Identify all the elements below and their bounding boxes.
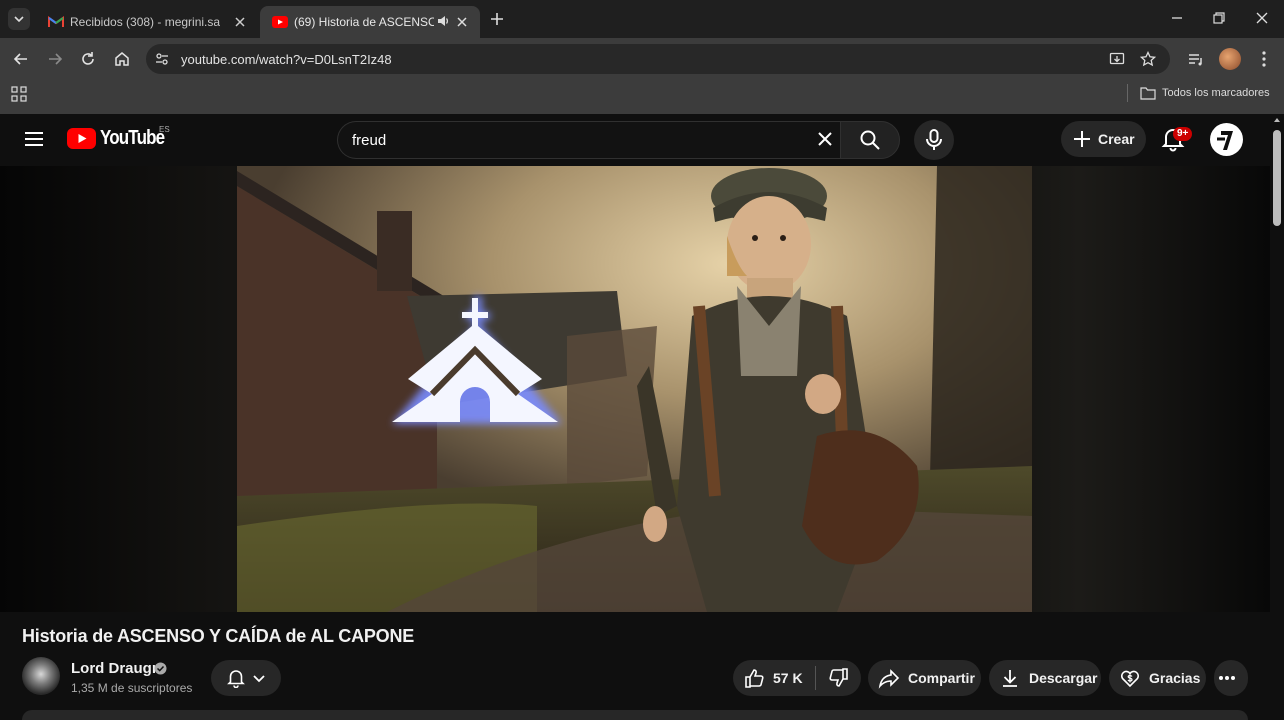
- folder-icon: [1140, 87, 1156, 100]
- restore-button[interactable]: [1209, 8, 1229, 28]
- account-logo-icon: [1212, 125, 1241, 154]
- share-arrow-icon: [878, 669, 900, 689]
- close-icon: [818, 132, 832, 146]
- thumbs-up-icon: [745, 669, 764, 688]
- install-app-icon[interactable]: [1109, 51, 1125, 67]
- youtube-play-icon: [67, 128, 96, 149]
- profile-avatar[interactable]: [1219, 48, 1241, 70]
- reload-button[interactable]: [78, 49, 98, 69]
- browser-toolbar: youtube.com/watch?v=D0LsnT2Iz48: [0, 38, 1284, 80]
- verified-badge-icon: [154, 662, 167, 675]
- heart-dollar-icon: [1120, 670, 1140, 688]
- bookmarks-bar: [0, 80, 1284, 114]
- apps-grid-icon[interactable]: [11, 86, 27, 102]
- youtube-wordmark: YouTube: [100, 127, 165, 149]
- bookmarks-folder-label: Todos los marcadores: [1162, 87, 1270, 99]
- like-count: 57 K: [773, 670, 803, 686]
- create-label: Crear: [1098, 131, 1135, 147]
- minimize-button[interactable]: [1167, 8, 1187, 28]
- more-actions-button[interactable]: [1214, 660, 1248, 696]
- page-scrollbar-thumb[interactable]: [1273, 130, 1281, 226]
- thanks-label: Gracias: [1149, 670, 1201, 686]
- country-code: ES: [159, 125, 170, 134]
- create-button[interactable]: Crear: [1061, 121, 1146, 157]
- voice-search-button[interactable]: [914, 120, 954, 160]
- close-tab-icon[interactable]: [232, 14, 248, 30]
- all-bookmarks-folder[interactable]: Todos los marcadores: [1140, 86, 1270, 100]
- dislike-button[interactable]: [828, 667, 858, 689]
- account-avatar[interactable]: [1210, 123, 1243, 156]
- youtube-icon: [272, 14, 288, 30]
- tab-title: (69) Historia de ASCENSO Y CAÍDA de AL C…: [294, 15, 434, 29]
- minimize-icon: [1172, 17, 1182, 19]
- video-title: Historia de ASCENSO Y CAÍDA de AL CAPONE: [22, 626, 415, 646]
- more-vertical-icon: [1262, 51, 1266, 67]
- close-window-button[interactable]: [1252, 8, 1272, 28]
- bookmarks-divider: [1127, 84, 1128, 102]
- site-settings-icon[interactable]: [154, 51, 170, 67]
- address-bar[interactable]: youtube.com/watch?v=D0LsnT2Iz48: [146, 44, 1170, 74]
- subscription-notifications-button[interactable]: [211, 660, 281, 696]
- more-horizontal-icon: [1219, 676, 1235, 680]
- star-icon[interactable]: [1140, 51, 1156, 67]
- search-query: freud: [352, 132, 387, 149]
- video-player[interactable]: [0, 166, 1270, 612]
- tab-gmail[interactable]: Recibidos (308) - megrini.saidi@: [36, 6, 258, 38]
- new-tab-button[interactable]: [488, 10, 506, 28]
- tab-search-button[interactable]: [8, 8, 30, 30]
- search-icon: [860, 130, 880, 150]
- home-icon: [115, 52, 129, 66]
- share-label: Compartir: [908, 670, 975, 686]
- arrow-right-icon: [49, 53, 63, 65]
- channel-avatar[interactable]: [22, 657, 60, 695]
- tab-youtube[interactable]: (69) Historia de ASCENSO Y CAÍDA de AL C…: [260, 6, 480, 38]
- plus-icon: [491, 13, 503, 25]
- thumbs-down-icon: [829, 668, 848, 687]
- close-tab-icon[interactable]: [454, 14, 470, 30]
- media-control-button[interactable]: [1186, 49, 1206, 69]
- restore-icon: [1213, 12, 1225, 24]
- guide-menu-icon[interactable]: [24, 130, 44, 148]
- like-dislike-group: 57 K: [733, 660, 861, 696]
- download-label: Descargar: [1029, 670, 1098, 686]
- bell-icon: [227, 670, 245, 688]
- subscriber-count: 1,35 M de suscriptores: [71, 681, 193, 695]
- video-scene-image: [237, 166, 1032, 612]
- home-button[interactable]: [112, 49, 132, 69]
- browser-tab-strip: Recibidos (308) - megrini.saidi@ (69) Hi…: [0, 0, 1284, 38]
- download-icon: [1003, 670, 1017, 687]
- video-frame[interactable]: [237, 166, 1032, 612]
- arrow-left-icon: [13, 53, 27, 65]
- plus-icon: [1074, 131, 1090, 147]
- chevron-down-icon: [253, 675, 265, 683]
- search-input[interactable]: freud: [337, 121, 840, 159]
- share-button[interactable]: Compartir: [868, 660, 981, 696]
- clear-search-button[interactable]: [815, 129, 835, 149]
- like-divider: [814, 666, 816, 690]
- notification-count-badge: 9+: [1173, 127, 1193, 141]
- playlist-icon: [1189, 54, 1202, 66]
- speaker-icon[interactable]: [436, 14, 450, 30]
- thanks-button[interactable]: Gracias: [1109, 660, 1206, 696]
- reload-icon: [82, 52, 94, 65]
- download-button[interactable]: Descargar: [989, 660, 1101, 696]
- channel-name[interactable]: Lord Draugr: [71, 660, 158, 677]
- chevron-down-icon: [14, 16, 24, 23]
- search-button[interactable]: [840, 121, 900, 159]
- forward-button[interactable]: [45, 49, 65, 69]
- youtube-logo[interactable]: YouTube ES: [67, 125, 176, 150]
- tab-title: Recibidos (308) - megrini.saidi@: [70, 15, 220, 29]
- back-button[interactable]: [11, 49, 31, 69]
- gmail-icon: [48, 14, 64, 30]
- url-text: youtube.com/watch?v=D0LsnT2Iz48: [181, 52, 392, 67]
- microphone-icon: [926, 129, 942, 150]
- like-button[interactable]: 57 K: [743, 667, 803, 689]
- chrome-menu-button[interactable]: [1254, 49, 1274, 69]
- scroll-up-arrow-icon[interactable]: [1273, 116, 1281, 124]
- description-box[interactable]: [22, 710, 1248, 720]
- close-icon: [1256, 12, 1268, 24]
